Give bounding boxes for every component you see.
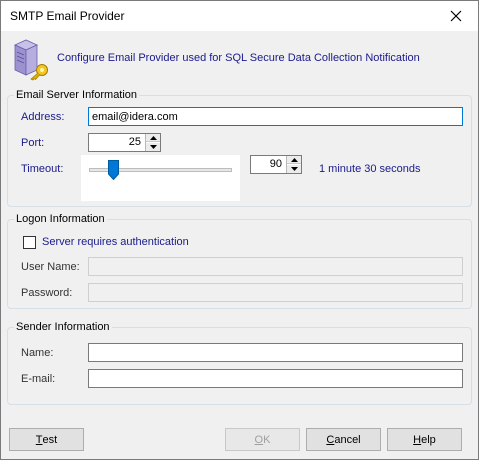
help-mnemonic: H	[413, 433, 422, 446]
help-label-rest: elp	[421, 433, 436, 446]
logon-legend: Logon Information	[16, 213, 105, 225]
test-label-rest: est	[42, 433, 58, 446]
help-button[interactable]: Help	[387, 428, 462, 451]
port-spin-arrows	[145, 134, 160, 151]
timeout-spin-arrows	[286, 156, 301, 173]
requires-auth-label[interactable]: Server requires authentication	[42, 236, 189, 248]
close-button[interactable]	[434, 1, 478, 31]
username-input[interactable]	[88, 257, 463, 276]
title-bar: SMTP Email Provider	[1, 1, 478, 31]
sender-name-label: Name:	[21, 347, 54, 359]
test-mnemonic: T	[35, 433, 43, 446]
timeout-value: 90	[269, 158, 282, 170]
window-title: SMTP Email Provider	[10, 9, 125, 23]
port-label: Port:	[21, 137, 45, 149]
sender-legend: Sender Information	[16, 321, 110, 333]
arrow-up-icon	[149, 135, 157, 140]
requires-auth-checkbox[interactable]	[23, 236, 36, 249]
timeout-description: 1 minute 30 seconds	[319, 163, 421, 175]
cancel-label-rest: ancel	[334, 433, 361, 446]
password-label: Password:	[21, 287, 73, 299]
address-label: Address:	[21, 111, 65, 123]
sender-group: Sender Information	[7, 321, 472, 405]
close-icon	[450, 10, 462, 22]
sender-name-input[interactable]	[88, 343, 463, 362]
timeout-slider[interactable]	[81, 155, 240, 201]
arrow-up-icon	[290, 157, 298, 162]
sender-email-label: E-mail:	[21, 373, 56, 385]
username-label: User Name:	[21, 261, 80, 273]
port-spinner[interactable]: 25	[88, 133, 161, 152]
smtp-email-provider-dialog: SMTP Email Provider Configure Email Prov…	[0, 0, 479, 460]
port-down-button[interactable]	[146, 143, 160, 151]
arrow-down-icon	[149, 145, 157, 149]
arrow-down-icon	[290, 167, 298, 171]
port-up-button[interactable]	[146, 134, 160, 142]
timeout-down-button[interactable]	[287, 165, 301, 173]
port-value: 25	[128, 136, 141, 148]
timeout-label: Timeout:	[21, 163, 64, 175]
timeout-spinner[interactable]: 90	[250, 155, 302, 174]
password-input[interactable]	[88, 283, 463, 302]
ok-mnemonic: O	[254, 433, 264, 446]
timeout-slider-thumb[interactable]	[107, 160, 119, 180]
address-input[interactable]	[88, 107, 463, 126]
dialog-body: Configure Email Provider used for SQL Se…	[1, 31, 478, 459]
dialog-header: Configure Email Provider used for SQL Se…	[1, 31, 478, 85]
cancel-mnemonic: C	[326, 433, 335, 446]
ok-label-rest: K	[263, 433, 271, 446]
ok-button[interactable]: OK	[225, 428, 300, 451]
test-button[interactable]: Test	[9, 428, 84, 451]
email-server-legend: Email Server Information	[16, 89, 138, 101]
cancel-button[interactable]: Cancel	[306, 428, 381, 451]
sender-email-input[interactable]	[88, 369, 463, 388]
header-description: Configure Email Provider used for SQL Se…	[57, 52, 420, 64]
timeout-up-button[interactable]	[287, 156, 301, 164]
server-key-icon	[14, 39, 48, 81]
